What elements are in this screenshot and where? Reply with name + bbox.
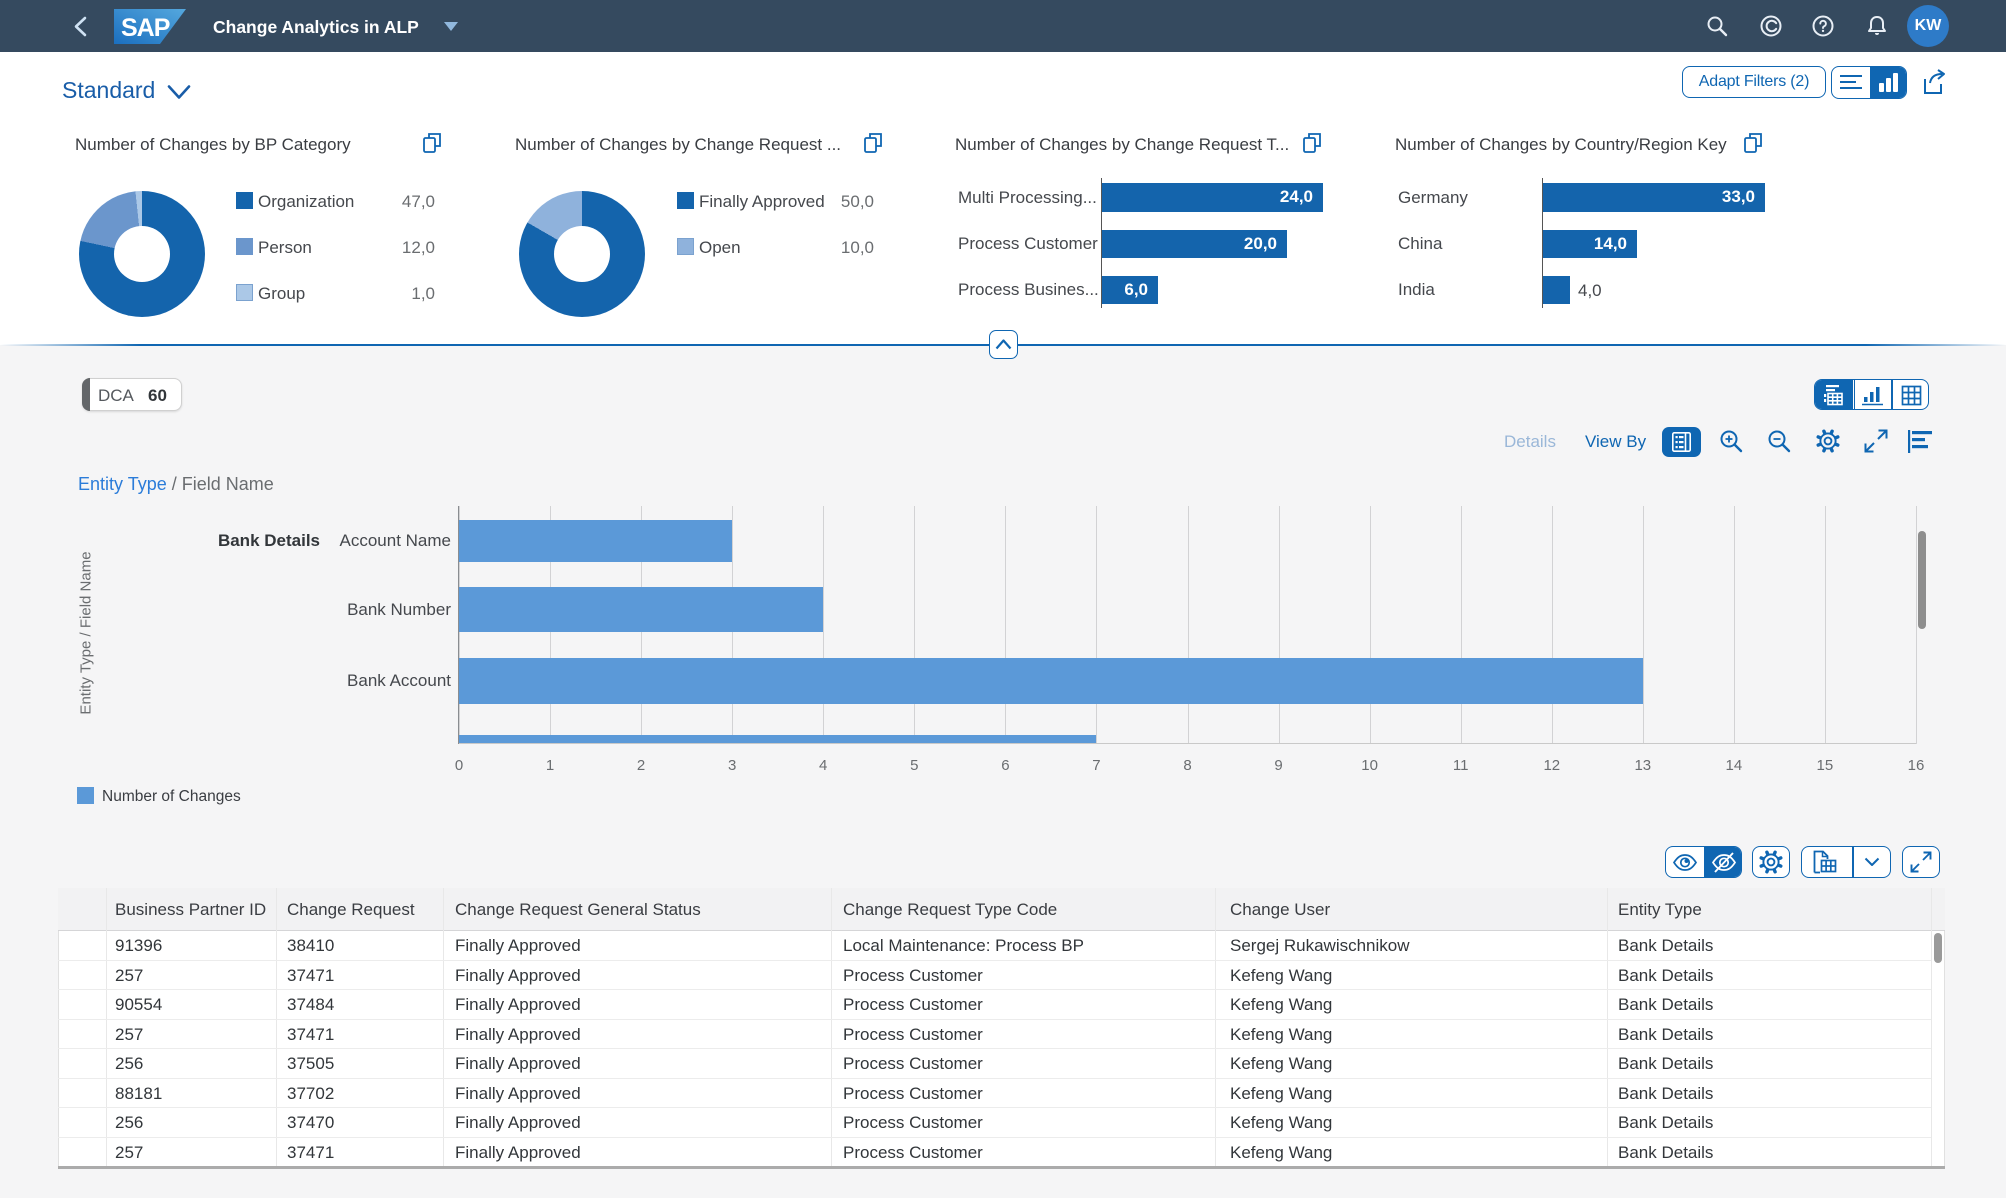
svg-text:SAP: SAP <box>121 14 170 42</box>
